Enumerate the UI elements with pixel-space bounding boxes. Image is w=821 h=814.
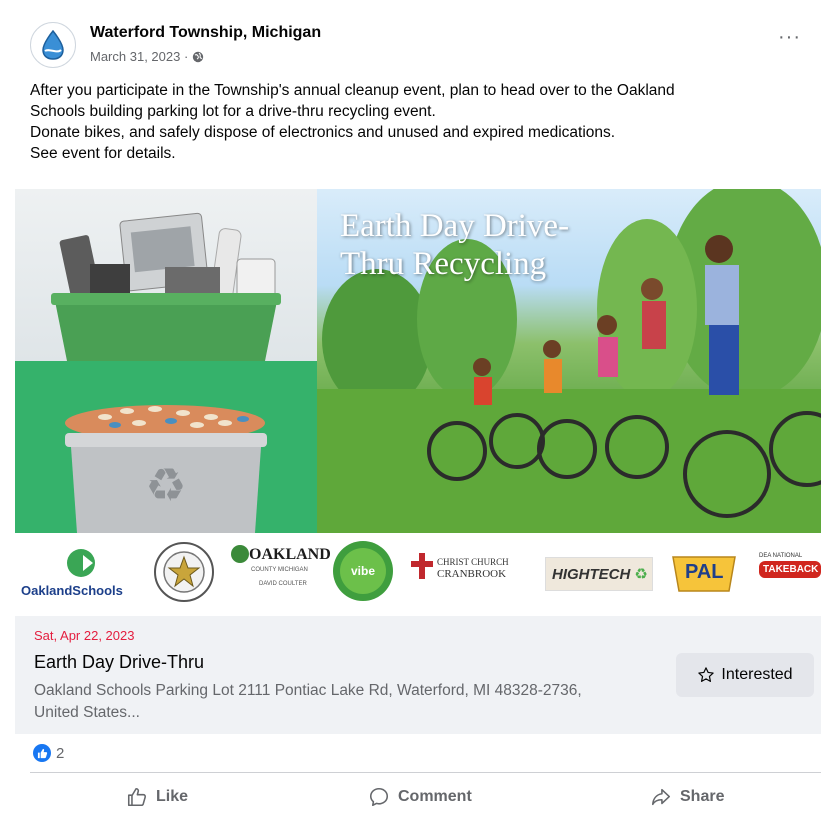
sheriff-badge-logo: [153, 541, 215, 603]
post-text-line: Schools building parking lot for a drive…: [30, 103, 436, 120]
comment-label: Comment: [398, 788, 472, 805]
share-button[interactable]: Share: [650, 786, 724, 808]
post-card: Waterford Township, Michigan March 31, 2…: [0, 0, 821, 814]
thumbs-up-icon: [127, 787, 147, 807]
vibe-text: vibe: [340, 548, 386, 594]
image-title-overlay: Earth Day Drive- Thru Recycling: [340, 207, 620, 283]
christ-church-cranbrook-logo: CHRIST CHURCH CRANBROOK: [411, 551, 531, 591]
event-card[interactable]: Sat, Apr 22, 2023 Earth Day Drive-Thru O…: [15, 616, 821, 734]
oakland-county-title: OAKLAND: [249, 546, 331, 563]
share-arrow-icon: [651, 788, 671, 806]
event-location-line: Oakland Schools Parking Lot 2111 Pontiac…: [34, 682, 582, 699]
oakland-schools-text: OaklandSchools: [21, 583, 123, 598]
oakland-county-name: DAVID COULTER: [259, 581, 307, 587]
sponsor-logos-strip: OaklandSchools OAKLAND COUNTY MICHIGAN D…: [15, 533, 821, 615]
image-title-line: Earth Day Drive-: [340, 208, 570, 244]
dea-takeback-logo: DEA NATIONAL TAKEBACK: [759, 553, 821, 593]
pal-logo: PAL: [669, 549, 739, 595]
like-label: Like: [156, 788, 189, 805]
globe-icon: [193, 51, 204, 62]
post-text-line: Donate bikes, and safely dispose of elec…: [30, 124, 616, 141]
more-options-button[interactable]: ···: [778, 26, 801, 49]
image-title-line: Thru Recycling: [340, 246, 547, 282]
hightech-logo: HIGHTECH ♻: [545, 557, 653, 591]
star-icon: [698, 667, 715, 682]
page-name-link[interactable]: Waterford Township, Michigan: [90, 24, 321, 42]
post-text: After you participate in the Township's …: [30, 80, 810, 164]
oakland-county-sub: COUNTY MICHIGAN: [251, 567, 308, 573]
like-reaction-icon: [33, 744, 51, 762]
pal-text: PAL: [685, 561, 724, 583]
comment-bubble-icon: [369, 787, 389, 807]
page-avatar[interactable]: [30, 22, 76, 68]
post-meta: March 31, 2023 ·: [90, 49, 204, 64]
event-location: Oakland Schools Parking Lot 2111 Pontiac…: [34, 680, 674, 724]
hightech-text: HIGHTECH: [552, 565, 631, 583]
reactions-summary[interactable]: 2: [33, 744, 64, 762]
post-action-bar: Like Comment Share: [30, 778, 821, 814]
interested-button[interactable]: Interested: [676, 653, 814, 697]
actions-divider: [30, 772, 821, 773]
reaction-count: 2: [56, 744, 65, 762]
event-location-line: United States...: [34, 704, 140, 721]
event-date: Sat, Apr 22, 2023: [34, 628, 135, 643]
oakland-schools-logo: OaklandSchools: [21, 543, 139, 603]
dea-takeback-text: TAKEBACK: [759, 561, 821, 578]
medication-bin-photo: ♻: [15, 361, 317, 533]
water-drop-logo-icon: [42, 29, 64, 60]
like-button[interactable]: Like: [126, 786, 188, 808]
event-title-link[interactable]: Earth Day Drive-Thru: [34, 652, 204, 673]
svg-text:♻: ♻: [145, 458, 186, 512]
event-cover-image[interactable]: ♻ Earth Day Drive- Thru Recycling: [15, 189, 821, 533]
dea-top-text: DEA NATIONAL: [759, 553, 803, 559]
comment-button[interactable]: Comment: [368, 786, 472, 808]
share-label: Share: [680, 788, 725, 805]
vibe-logo: vibe: [333, 541, 393, 601]
oakland-county-logo: OAKLAND COUNTY MICHIGAN DAVID COULTER: [229, 543, 331, 605]
recycle-arrow-icon: ♻: [634, 566, 648, 583]
post-text-line: See event for details.: [30, 145, 176, 162]
post-text-line: After you participate in the Township's …: [30, 82, 675, 99]
post-date-link[interactable]: March 31, 2023 ·: [90, 49, 188, 64]
post-header: Waterford Township, Michigan March 31, 2…: [30, 22, 811, 70]
christ-church-line1: CHRIST CHURCH: [437, 557, 509, 567]
electronics-bin-photo: [15, 189, 317, 361]
interested-label: Interested: [721, 666, 793, 683]
christ-church-line2: CRANBROOK: [437, 568, 507, 580]
